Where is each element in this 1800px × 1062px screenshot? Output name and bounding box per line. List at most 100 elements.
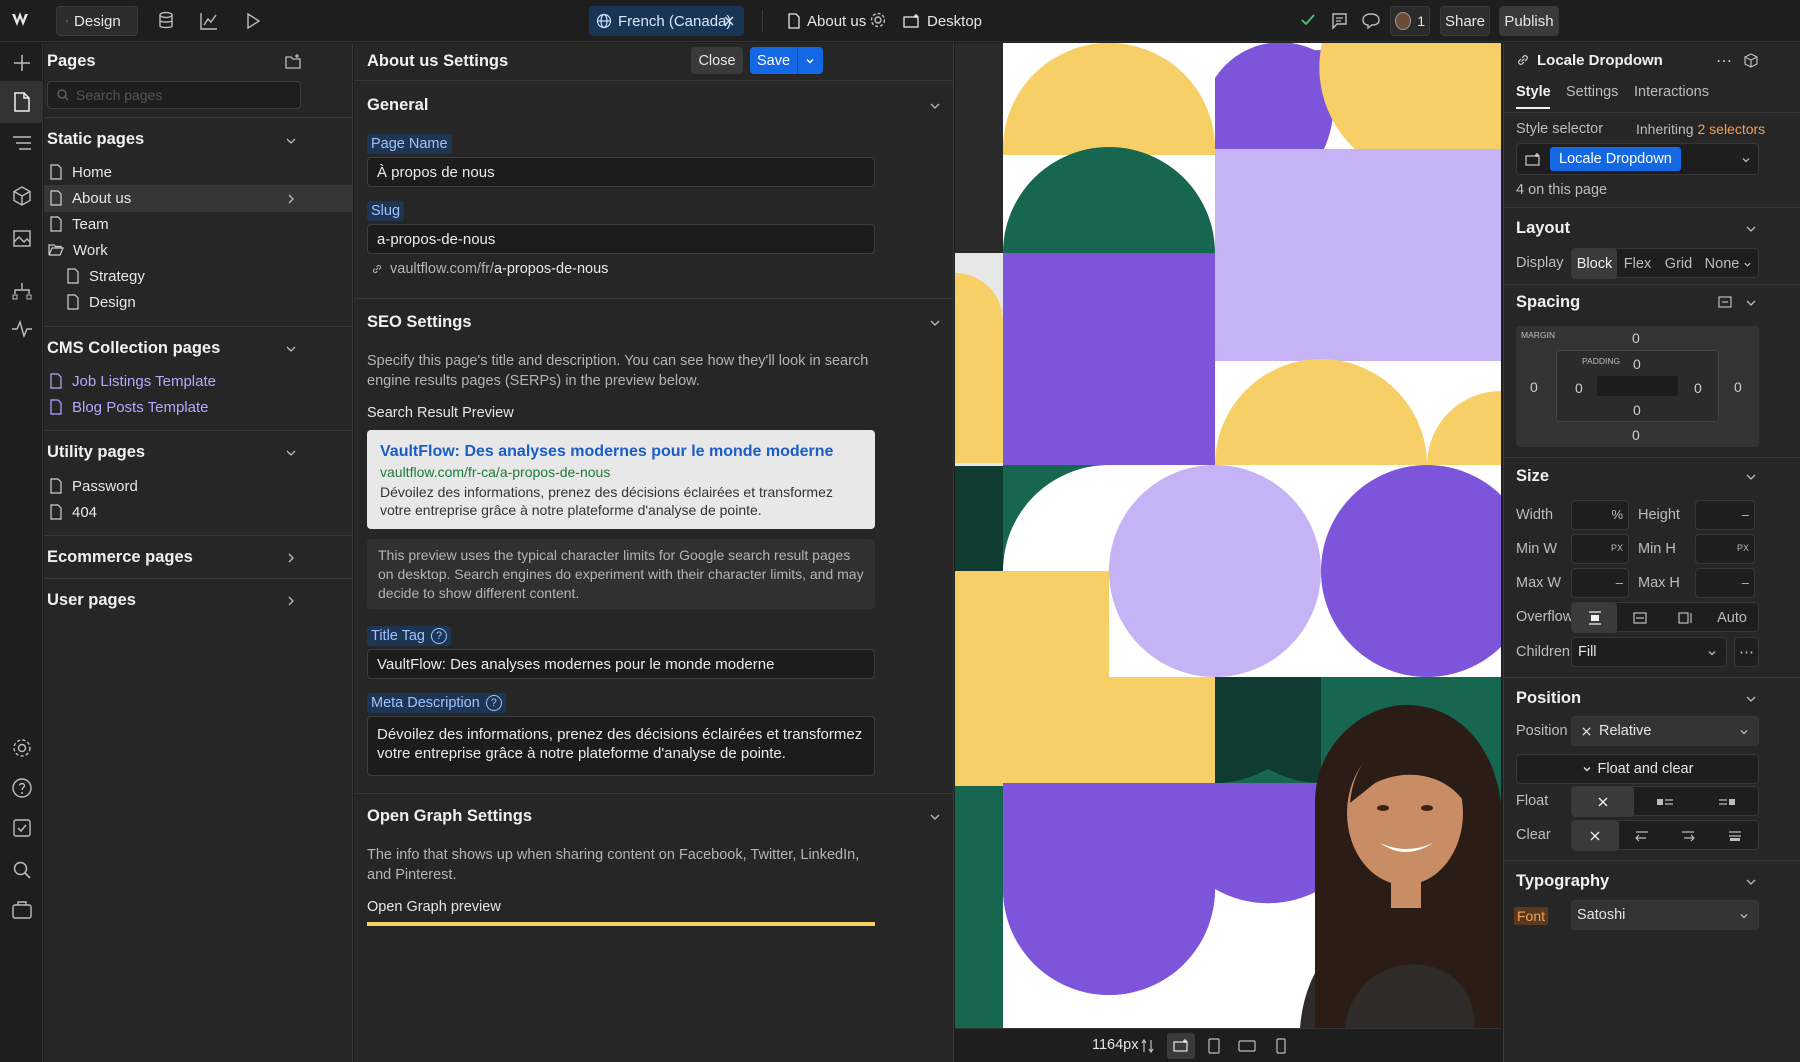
database-icon[interactable] [157, 11, 175, 31]
resize-icon[interactable] [1141, 1038, 1155, 1054]
children-select[interactable]: Fill [1571, 637, 1727, 667]
search-pages-input[interactable]: Search pages [47, 81, 301, 109]
spacing-mode-icon[interactable] [1717, 294, 1733, 310]
page-item-strategy[interactable]: Strategy [66, 262, 296, 290]
collaborators-button[interactable]: 1 [1390, 6, 1430, 36]
more-options-icon[interactable]: ⋯ [1716, 51, 1733, 71]
slug-input[interactable]: a-propos-de-nous [367, 224, 875, 254]
margin-top-value[interactable]: 0 [1632, 330, 1640, 346]
help-icon[interactable] [10, 776, 34, 800]
tasks-checkbox-icon[interactable] [10, 816, 34, 840]
chevron-down-icon[interactable] [1745, 693, 1757, 705]
chevron-down-icon[interactable] [285, 447, 297, 459]
chevron-down-icon[interactable] [285, 343, 297, 355]
new-folder-icon[interactable] [284, 53, 302, 71]
settings-gear-icon[interactable] [10, 736, 34, 760]
search-icon[interactable] [10, 858, 34, 882]
chevron-down-icon[interactable] [1745, 876, 1757, 888]
inheriting-info[interactable]: Inheriting 2 selectors [1636, 121, 1765, 137]
chevron-down-icon[interactable] [805, 56, 815, 66]
page-url[interactable]: vaultflow.com/fr/a-propos-de-nous [371, 261, 608, 277]
children-more-button[interactable]: ⋯ [1734, 637, 1759, 667]
page-item-about-us[interactable]: About us [49, 184, 299, 212]
chevron-right-icon[interactable] [285, 193, 297, 205]
canvas-artwork[interactable] [955, 43, 1501, 1028]
margin-left-value[interactable]: 0 [1530, 379, 1538, 395]
design-canvas[interactable] [955, 43, 1501, 1028]
float-right-option[interactable] [1696, 787, 1758, 817]
tab-style[interactable]: Style [1516, 84, 1551, 100]
display-flex-option[interactable]: Flex [1617, 249, 1658, 279]
folder-item-work[interactable]: Work [48, 236, 298, 264]
page-settings-gear-icon[interactable] [869, 11, 887, 29]
chevron-down-icon[interactable] [929, 100, 941, 112]
pages-rail-active[interactable] [0, 81, 43, 123]
tab-settings[interactable]: Settings [1566, 84, 1618, 100]
chevron-down-icon[interactable] [1745, 297, 1757, 309]
preview-play-icon[interactable] [244, 11, 262, 31]
navigator-icon[interactable] [10, 131, 34, 155]
max-height-input[interactable]: – [1695, 568, 1755, 598]
share-button[interactable]: Share [1440, 6, 1490, 36]
min-height-unit[interactable]: PX [1737, 543, 1749, 553]
tablet-icon[interactable] [1207, 1038, 1221, 1054]
margin-right-value[interactable]: 0 [1734, 379, 1742, 395]
min-height-input[interactable]: PX [1695, 534, 1755, 564]
tab-interactions[interactable]: Interactions [1634, 84, 1709, 100]
padding-left-value[interactable]: 0 [1575, 380, 1583, 396]
min-width-input[interactable]: PX [1571, 534, 1629, 564]
add-element-icon[interactable] [10, 51, 34, 75]
page-item-team[interactable]: Team [49, 210, 299, 238]
meta-description-textarea[interactable]: Dévoilez des informations, prenez des dé… [367, 716, 875, 776]
close-button[interactable]: Close [691, 47, 743, 74]
webflow-logo-icon[interactable] [11, 10, 35, 30]
width-input[interactable]: % [1571, 500, 1629, 530]
float-left-option[interactable] [1634, 787, 1696, 817]
close-icon[interactable] [723, 15, 735, 27]
padding-right-value[interactable]: 0 [1694, 380, 1702, 396]
checkmark-icon[interactable] [1299, 12, 1317, 28]
page-item-home[interactable]: Home [49, 158, 299, 186]
chevron-down-icon[interactable] [285, 135, 297, 147]
float-none-option[interactable] [1572, 787, 1634, 817]
chevron-right-icon[interactable] [285, 595, 297, 607]
chevron-down-icon[interactable] [1745, 223, 1757, 235]
overflow-scroll-option[interactable] [1662, 603, 1707, 633]
apps-icon[interactable] [10, 898, 34, 922]
clear-none-option[interactable] [1572, 821, 1619, 851]
activity-icon[interactable] [10, 317, 34, 341]
desktop-view-button[interactable] [1167, 1033, 1195, 1059]
page-item-password[interactable]: Password [49, 472, 299, 500]
max-width-unit[interactable]: – [1616, 575, 1623, 590]
page-item-404[interactable]: 404 [49, 498, 299, 526]
chevron-down-icon[interactable] [1741, 155, 1751, 165]
overflow-hidden-option[interactable] [1617, 603, 1662, 633]
clear-right-option[interactable] [1665, 821, 1712, 851]
selector-chip[interactable]: Locale Dropdown [1550, 147, 1681, 171]
float-and-clear-toggle[interactable]: Float and clear [1516, 754, 1759, 784]
mobile-portrait-icon[interactable] [1275, 1038, 1287, 1054]
display-block-option[interactable]: Block [1572, 249, 1617, 279]
overflow-visible-option[interactable] [1572, 603, 1617, 633]
chevron-down-icon[interactable] [929, 317, 941, 329]
font-select[interactable]: Satoshi [1571, 900, 1759, 930]
logic-flow-icon[interactable] [10, 280, 34, 304]
publish-button[interactable]: Publish [1499, 6, 1559, 36]
chevron-down-icon[interactable] [1745, 471, 1757, 483]
chevron-right-icon[interactable] [285, 552, 297, 564]
padding-bottom-value[interactable]: 0 [1633, 402, 1641, 418]
min-width-unit[interactable]: PX [1611, 543, 1623, 553]
height-input[interactable]: – [1695, 500, 1755, 530]
title-tag-input[interactable]: VaultFlow: Des analyses modernes pour le… [367, 649, 875, 679]
cms-item-blog-posts[interactable]: Blog Posts Template [49, 393, 299, 421]
cms-item-job-listings[interactable]: Job Listings Template [49, 367, 299, 395]
page-selector[interactable]: About us [787, 6, 866, 36]
comments-list-icon[interactable] [1330, 11, 1350, 31]
components-icon[interactable] [10, 184, 34, 208]
overflow-auto-option[interactable]: Auto [1707, 603, 1757, 633]
save-button[interactable]: Save [750, 47, 823, 74]
chevron-down-icon[interactable] [929, 811, 941, 823]
comment-icon[interactable] [1361, 11, 1381, 31]
breakpoint-selector[interactable]: Desktop [903, 6, 982, 36]
component-icon[interactable] [1742, 52, 1760, 70]
